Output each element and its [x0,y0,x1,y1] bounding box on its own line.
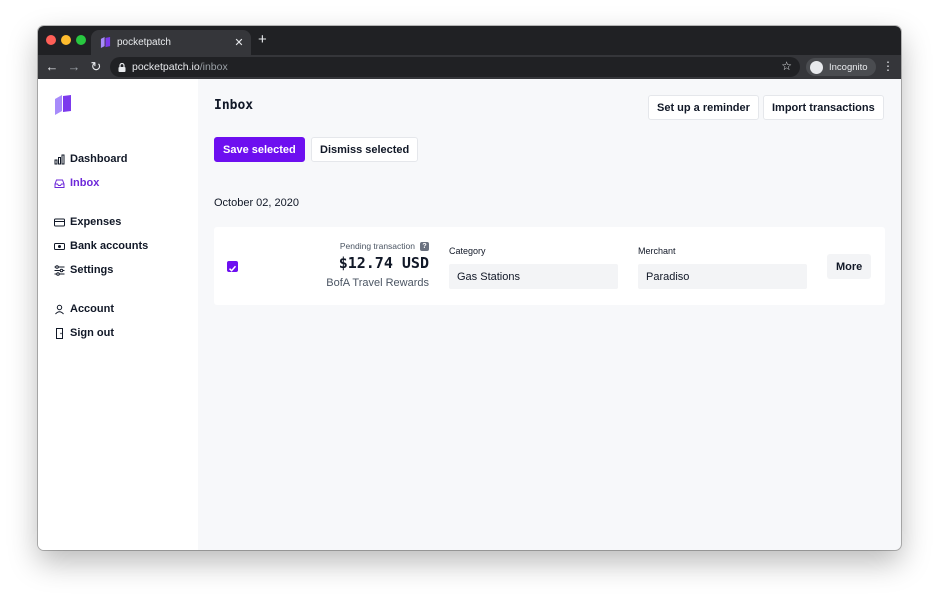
browser-toolbar: ← → ↻ pocketpatch.io/inbox ☆ Incognito ⋮ [38,55,901,79]
sidebar-item-label: Dashboard [70,153,128,165]
merchant-label: Merchant [638,246,676,256]
incognito-label: Incognito [829,61,868,73]
reload-icon[interactable]: ↻ [88,59,104,75]
browser-tab[interactable]: pocketpatch ✕ [91,30,251,55]
pending-label: Pending transaction [339,241,415,251]
tab-bar: pocketpatch ✕ + [38,26,901,55]
category-field[interactable]: Gas Stations [449,264,618,289]
dismiss-selected-button[interactable]: Dismiss selected [311,137,419,162]
sidebar-item-label: Sign out [70,327,114,339]
back-arrow-icon[interactable]: ← [44,59,60,75]
page-title: Inbox [214,98,254,113]
merchant-field[interactable]: Paradiso [638,264,807,289]
kebab-menu-icon[interactable]: ⋮ [882,59,894,73]
category-label: Category [449,246,486,256]
inbox-icon [54,179,65,188]
sidebar-item-inbox[interactable]: Inbox [54,174,99,192]
url-host: pocketpatch.io [132,61,200,73]
tab-title: pocketpatch [117,37,171,48]
sidebar-item-settings[interactable]: Settings [54,261,113,279]
pocketpatch-logo-icon [100,37,111,48]
close-icon[interactable]: ✕ [231,36,247,49]
chart-bar-icon [54,154,65,164]
transaction-card: Pending transaction ? $12.74 USD BofA Tr… [214,227,885,305]
pocketpatch-logo-icon[interactable] [54,95,72,115]
maximize-window-button[interactable] [76,35,86,45]
save-selected-button[interactable]: Save selected [214,137,305,162]
close-window-button[interactable] [46,35,56,45]
date-heading: October 02, 2020 [214,197,300,209]
sidebar-item-label: Settings [70,264,114,276]
transaction-account: BofA Travel Rewards [326,277,429,289]
credit-card-icon [54,218,65,226]
sidebar-item-dashboard[interactable]: Dashboard [54,150,127,168]
address-bar[interactable]: pocketpatch.io/inbox ☆ [110,57,800,77]
user-icon [55,304,64,314]
more-button[interactable]: More [827,254,872,279]
forward-arrow-icon[interactable]: → [66,59,82,75]
sidebar-item-label: Inbox [70,177,100,189]
transaction-checkbox[interactable] [227,261,238,272]
help-icon[interactable]: ? [420,241,429,251]
lock-icon [118,62,126,72]
sidebar-item-account[interactable]: Account [54,300,114,318]
set-up-reminder-button[interactable]: Set up a reminder [648,95,759,120]
cash-icon [54,242,65,250]
sidebar-item-label: Bank accounts [70,240,149,252]
incognito-profile-button[interactable]: Incognito [806,58,876,76]
sliders-icon [54,264,65,276]
sidebar-item-sign-out[interactable]: Sign out [54,324,114,342]
url-path: /inbox [199,61,228,73]
incognito-icon [810,60,823,74]
bookmark-star-icon[interactable]: ☆ [781,59,792,73]
sidebar: Dashboard Inbox Expenses Bank accounts S… [38,79,198,550]
checkmark-icon [228,265,237,272]
pending-status: Pending transaction ? [340,241,429,251]
main-content: Inbox Set up a reminder Import transacti… [198,79,901,550]
door-icon [56,327,63,339]
sidebar-item-label: Account [70,303,114,315]
minimize-window-button[interactable] [61,35,71,45]
transaction-amount: $12.74 USD [338,254,429,272]
browser-window: pocketpatch ✕ + ← → ↻ pocketpatch.io/inb… [38,26,901,550]
new-tab-button[interactable]: + [258,32,267,48]
import-transactions-button[interactable]: Import transactions [763,95,884,120]
sidebar-item-label: Expenses [70,216,122,228]
sidebar-item-expenses[interactable]: Expenses [54,213,121,231]
sidebar-item-bank-accounts[interactable]: Bank accounts [54,237,148,255]
